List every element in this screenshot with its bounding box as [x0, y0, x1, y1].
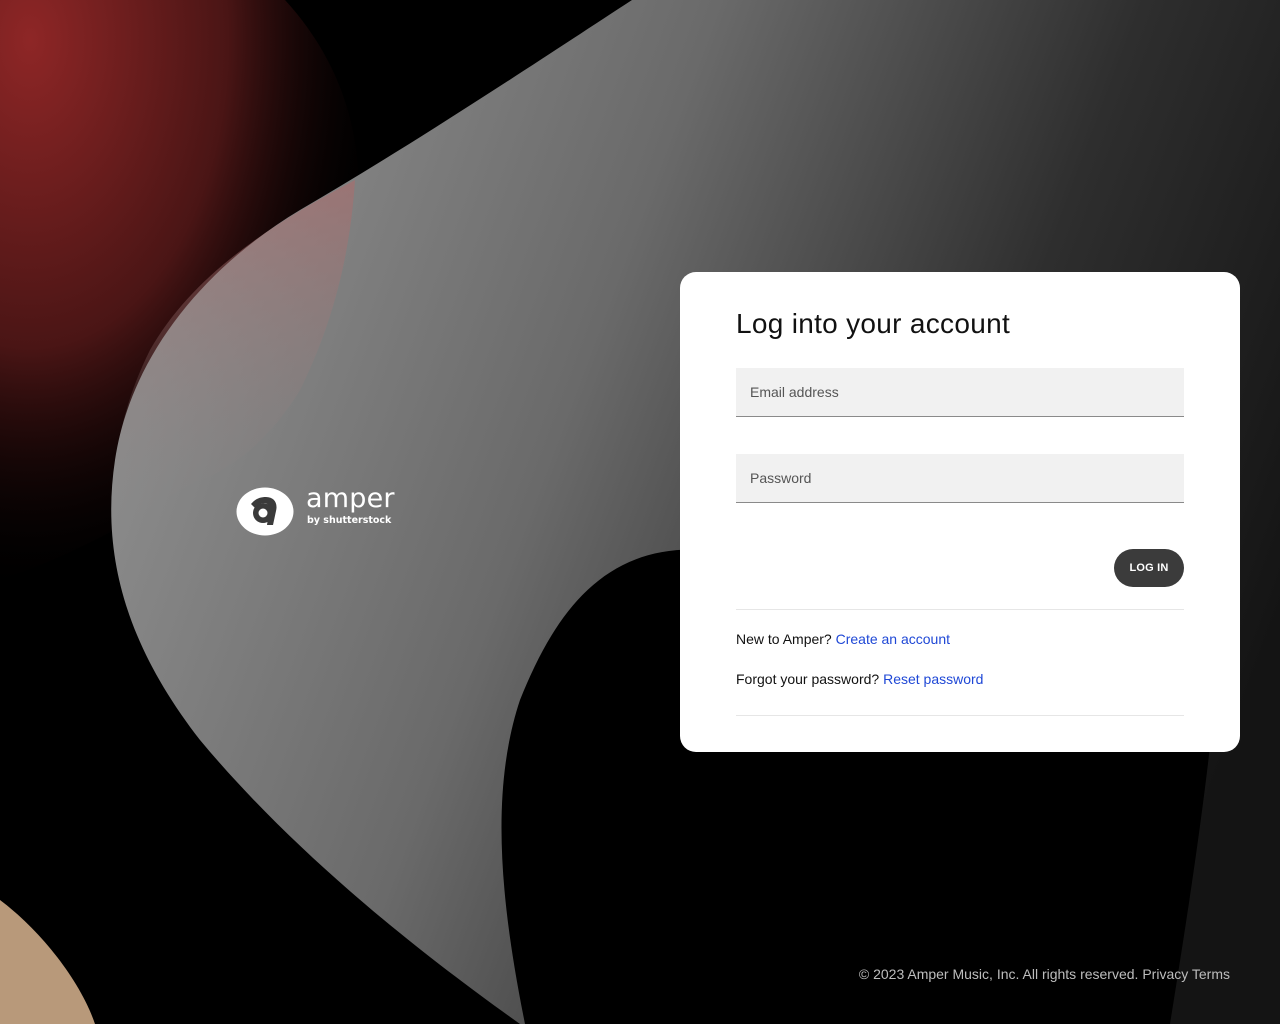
divider: [736, 609, 1184, 610]
terms-link[interactable]: Terms: [1192, 966, 1230, 982]
amper-logo: amper by shutterstock: [236, 483, 406, 537]
login-button[interactable]: LOG IN: [1114, 549, 1184, 587]
brand-name: amper: [306, 483, 395, 514]
password-field[interactable]: [736, 454, 1184, 503]
signup-prompt: New to Amper?: [736, 631, 832, 647]
signup-row: New to Amper? Create an account: [736, 631, 950, 647]
copyright-text: © 2023 Amper Music, Inc. All rights rese…: [858, 966, 1139, 982]
divider: [736, 715, 1184, 716]
privacy-link[interactable]: Privacy: [1142, 966, 1188, 982]
email-field[interactable]: [736, 368, 1184, 417]
create-account-link[interactable]: Create an account: [836, 631, 950, 647]
login-card: Log into your account LOG IN New to Ampe…: [680, 272, 1240, 752]
page-title: Log into your account: [736, 308, 1011, 339]
reset-row: Forgot your password? Reset password: [736, 671, 983, 687]
brand-byline: by shutterstock: [307, 515, 392, 526]
reset-prompt: Forgot your password?: [736, 671, 880, 687]
amper-badge-icon: [236, 487, 294, 536]
footer: © 2023 Amper Music, Inc. All rights rese…: [859, 966, 1230, 982]
login-page: amper by shutterstock Log into your acco…: [0, 0, 1280, 1024]
reset-password-link[interactable]: Reset password: [883, 671, 983, 687]
